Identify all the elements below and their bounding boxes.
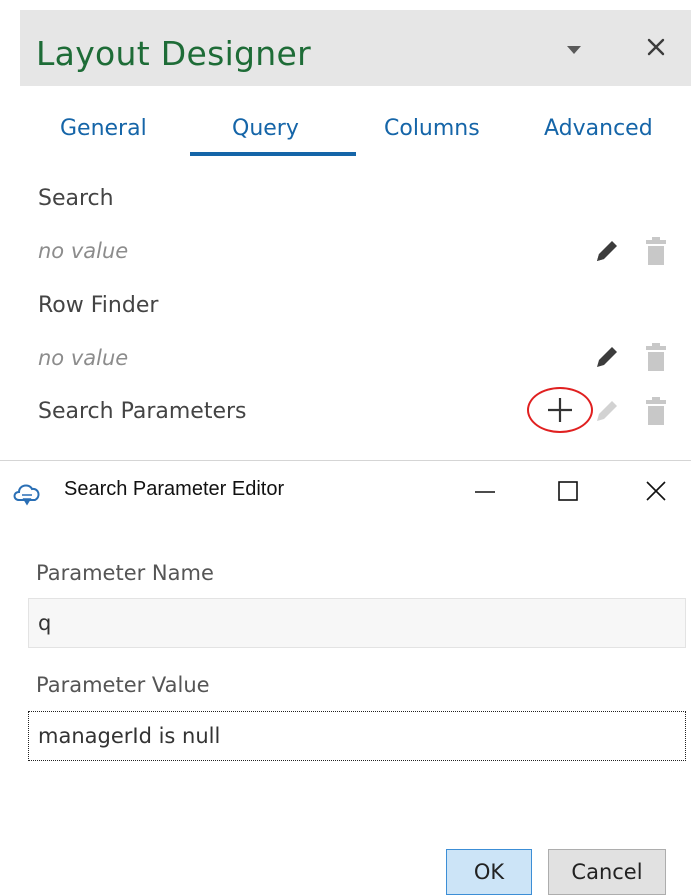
trash-icon[interactable]: [641, 340, 671, 374]
cancel-button[interactable]: Cancel: [548, 849, 666, 895]
search-parameters-section-label: Search Parameters: [38, 399, 247, 424]
minimize-icon[interactable]: [460, 469, 510, 513]
search-value: no value: [38, 239, 129, 263]
pencil-icon[interactable]: [592, 340, 622, 374]
maximize-icon[interactable]: [543, 469, 593, 513]
row-finder-value: no value: [38, 346, 129, 370]
trash-icon[interactable]: [641, 394, 671, 428]
layout-designer-panel: Layout Designer General Query Columns Ad…: [0, 0, 691, 433]
trash-icon[interactable]: [641, 234, 671, 268]
search-section-label: Search: [38, 186, 114, 211]
tab-query[interactable]: Query: [232, 114, 299, 144]
tab-columns[interactable]: Columns: [384, 114, 480, 144]
parameter-name-input[interactable]: q: [28, 598, 686, 648]
close-icon[interactable]: [631, 469, 681, 513]
parameter-name-label: Parameter Name: [36, 561, 214, 585]
plus-icon[interactable]: [540, 390, 580, 430]
active-tab-indicator: [190, 152, 356, 156]
pencil-icon[interactable]: [592, 234, 622, 268]
tab-advanced[interactable]: Advanced: [544, 114, 653, 144]
parameter-value-label: Parameter Value: [36, 673, 210, 697]
designer-title: Layout Designer: [36, 34, 311, 73]
parameter-value-input[interactable]: managerId is null: [28, 711, 686, 761]
pencil-icon[interactable]: [592, 394, 622, 428]
close-icon[interactable]: [643, 34, 669, 60]
cloud-app-icon: [10, 478, 44, 506]
row-finder-section-label: Row Finder: [38, 293, 159, 318]
ok-button[interactable]: OK: [446, 849, 532, 895]
tab-general[interactable]: General: [60, 114, 147, 144]
dialog-title: Search Parameter Editor: [64, 478, 285, 500]
chevron-down-icon[interactable]: [563, 39, 585, 61]
search-parameter-editor-dialog: Search Parameter Editor Parameter Name q…: [0, 460, 691, 895]
